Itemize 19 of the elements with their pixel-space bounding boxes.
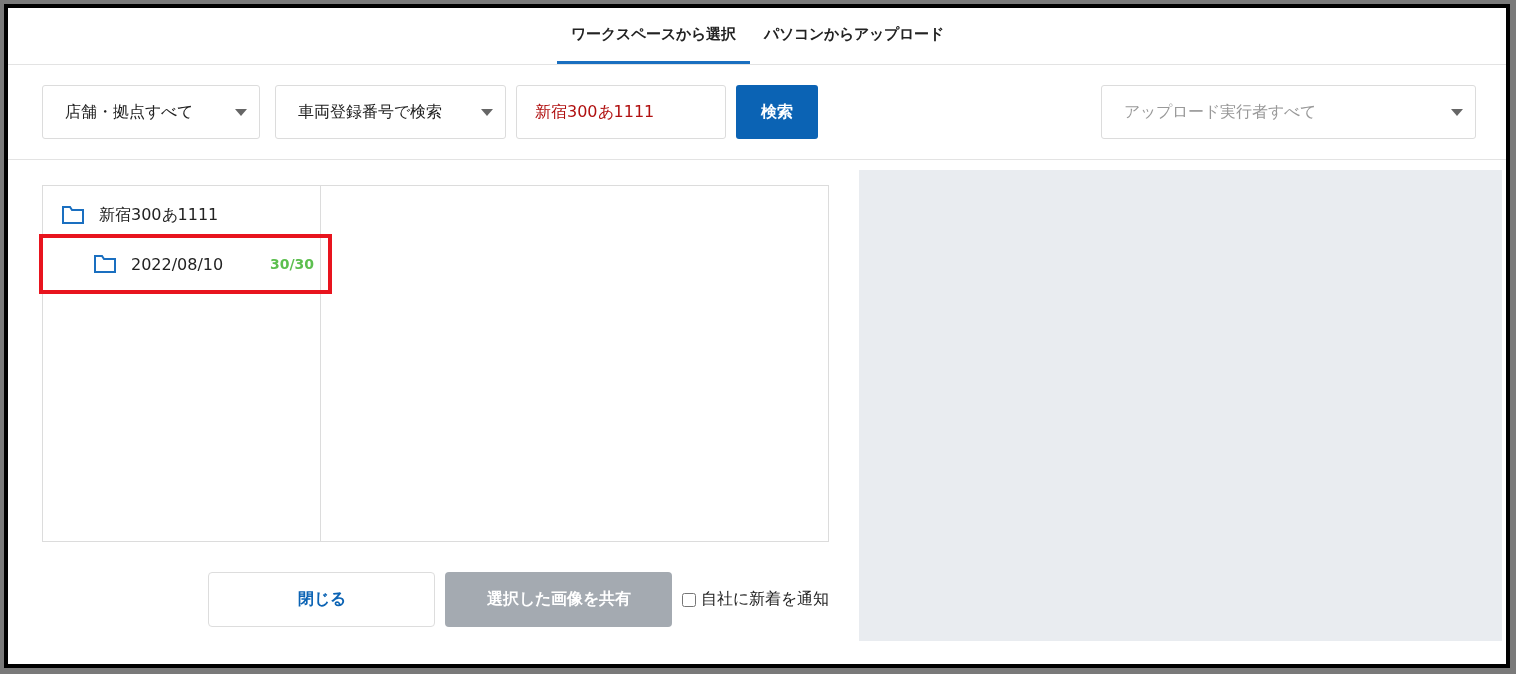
- dropdown-select[interactable]: 車両登録番号で検索: [275, 85, 506, 139]
- search-field[interactable]: 新宿300あ1111: [516, 85, 726, 139]
- folder-icon: [61, 205, 85, 225]
- caret-icon: [235, 108, 247, 116]
- folder-icon: [93, 254, 117, 274]
- search-button[interactable]: 検索: [736, 85, 818, 139]
- folder-name: 新宿300あ1111: [99, 204, 219, 226]
- checkbox-label: 自社に新着を通知: [701, 589, 829, 610]
- tab[interactable]: パソコンからアップロード: [749, 8, 958, 64]
- image-count: 30/30: [269, 256, 314, 272]
- caret-icon: [1451, 108, 1463, 116]
- tree-item[interactable]: 新宿300あ1111: [43, 200, 320, 230]
- folder-name: 2022/08/10: [131, 254, 224, 274]
- caret-icon: [481, 108, 493, 116]
- dropdown-select[interactable]: 店舗・拠点すべて: [42, 85, 260, 139]
- close-button[interactable]: 閉じる: [208, 572, 435, 627]
- notify-checkbox[interactable]: [682, 592, 696, 607]
- highlighted-tree-item[interactable]: 2022/08/10 30/30: [43, 238, 328, 290]
- tab[interactable]: ワークスペースから選択: [556, 8, 750, 64]
